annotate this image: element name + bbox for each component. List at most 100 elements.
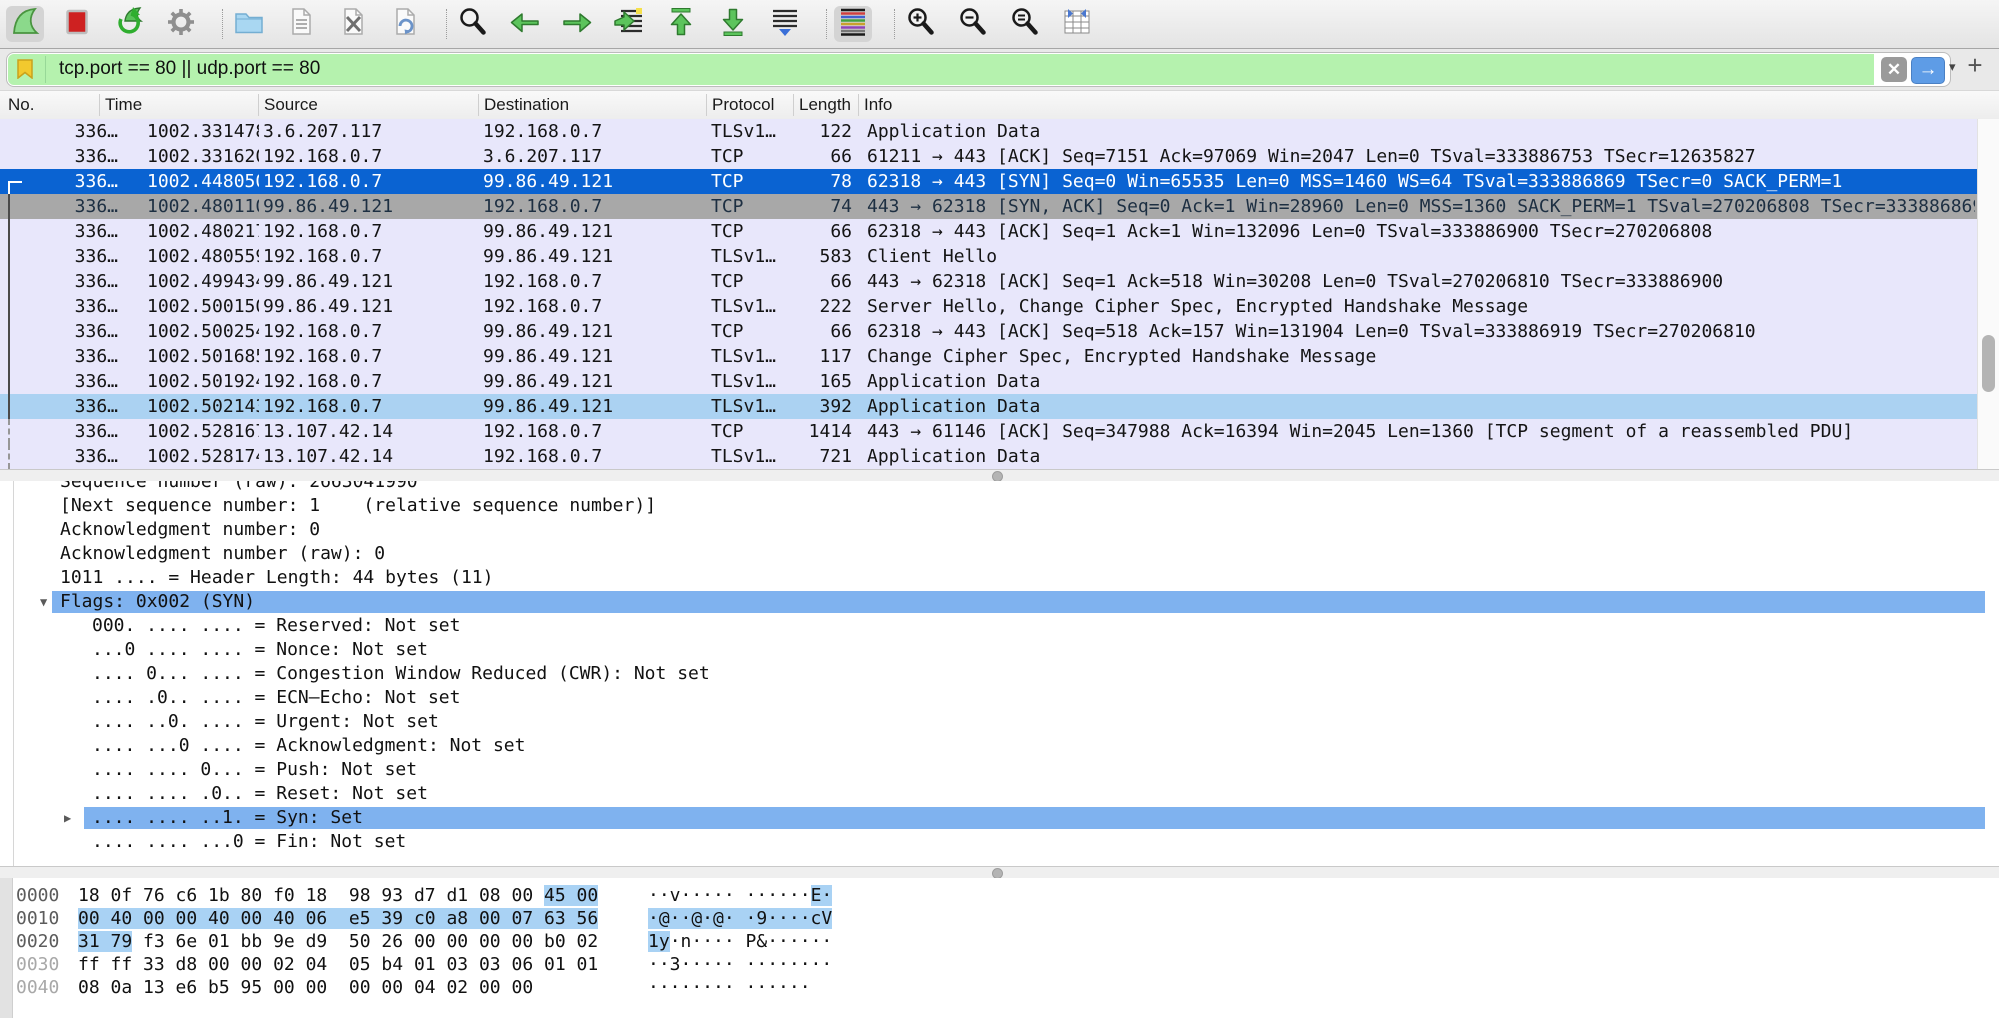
packet-row[interactable]: 336…1002.331620192.168.0.73.6.207.117TCP… [0, 144, 1977, 169]
packet-row[interactable]: 336…1002.49943499.86.49.121192.168.0.7TC… [0, 269, 1977, 294]
detail-tree-row[interactable]: Acknowledgment number: 0 [0, 518, 1999, 542]
start-capture-button[interactable] [6, 6, 44, 42]
hex-dump-row[interactable]: 001000 40 00 00 40 00 40 06 e5 39 c0 a8 … [0, 907, 1999, 930]
go-forward-button[interactable] [558, 6, 596, 42]
go-first-button[interactable] [662, 6, 700, 42]
expander-down-icon[interactable]: ▼ [40, 590, 47, 614]
detail-tree-row[interactable]: .... 0... .... = Congestion Window Reduc… [0, 662, 1999, 686]
detail-tree-row[interactable]: .... ...0 .... = Acknowledgment: Not set [0, 734, 1999, 758]
hex-dump-row[interactable]: 0030ff ff 33 d8 00 00 02 04 05 b4 01 03 … [0, 953, 1999, 976]
column-header-length[interactable]: Length [799, 91, 856, 119]
packet-row[interactable]: 336…1002.52816713.107.42.14192.168.0.7TC… [0, 419, 1977, 444]
expander-right-icon[interactable]: ▶ [64, 806, 71, 830]
column-header-destination[interactable]: Destination [484, 91, 569, 119]
column-separator[interactable] [99, 94, 100, 116]
detail-tree-row[interactable]: Acknowledgment number (raw): 0 [0, 542, 1999, 566]
detail-tree-row[interactable]: ▶.... .... ..1. = Syn: Set [0, 806, 1999, 830]
packet-row[interactable]: 336…1002.448050192.168.0.799.86.49.121TC… [0, 169, 1977, 194]
resize-columns-icon [1060, 5, 1094, 44]
capture-options-button[interactable] [162, 6, 200, 42]
packet-row[interactable]: 336…1002.480559192.168.0.799.86.49.121TL… [0, 244, 1977, 269]
detail-tree-row[interactable]: Sequence number (raw): 2663041990 [0, 481, 1999, 494]
display-filter-input[interactable]: tcp.port == 80 || udp.port == 80 ✕ → ▾ [6, 52, 1951, 87]
packet-row[interactable]: 336…1002.502143192.168.0.799.86.49.121TL… [0, 394, 1977, 419]
ascii-bytes[interactable]: ··3····· ········ [648, 953, 832, 976]
bookmark-icon[interactable] [17, 59, 33, 84]
detail-tree-row[interactable]: [Next sequence number: 1 (relative seque… [0, 494, 1999, 518]
column-separator[interactable] [258, 94, 259, 116]
ascii-bytes[interactable]: ··v····· ······E· [648, 884, 832, 907]
cell-source: 192.168.0.7 [263, 319, 476, 344]
scrollbar-thumb[interactable] [1982, 335, 1995, 392]
restart-capture-button[interactable] [110, 6, 148, 42]
resize-columns-button[interactable] [1058, 6, 1096, 42]
packet-row[interactable]: 336…1002.501685192.168.0.799.86.49.121TL… [0, 344, 1977, 369]
ascii-bytes[interactable]: ·@··@·@· ·9····cV [648, 907, 832, 930]
colorize-button[interactable] [834, 6, 872, 42]
column-header-source[interactable]: Source [264, 91, 318, 119]
go-last-button[interactable] [714, 6, 752, 42]
go-back-button[interactable] [506, 6, 544, 42]
column-separator[interactable] [793, 94, 794, 116]
open-file-button[interactable] [230, 6, 268, 42]
find-packet-button[interactable] [454, 6, 492, 42]
detail-tree-row[interactable]: .... .0.. .... = ECN–Echo: Not set [0, 686, 1999, 710]
zoom-out-button[interactable] [954, 6, 992, 42]
auto-scroll-button[interactable] [766, 6, 804, 42]
reload-file-button[interactable] [386, 6, 424, 42]
hex-dump-row[interactable]: 000018 0f 76 c6 1b 80 f0 18 98 93 d7 d1 … [0, 884, 1999, 907]
hex-bytes[interactable]: ff ff 33 d8 00 00 02 04 05 b4 01 03 03 0… [78, 953, 598, 976]
hex-bytes[interactable]: 31 79 f3 6e 01 bb 9e d9 50 26 00 00 00 0… [78, 930, 598, 953]
arrow-top-icon [664, 5, 698, 44]
column-separator[interactable] [706, 94, 707, 116]
filter-dropdown-chevron-icon[interactable]: ▾ [1949, 59, 1956, 75]
stop-capture-button[interactable] [58, 6, 96, 42]
packet-row[interactable]: 336…1002.500254192.168.0.799.86.49.121TC… [0, 319, 1977, 344]
arrow-right-icon [560, 5, 594, 44]
detail-tree-row[interactable]: .... .... .0.. = Reset: Not set [0, 782, 1999, 806]
detail-tree-row[interactable]: 1011 .... = Header Length: 44 bytes (11) [0, 566, 1999, 590]
save-file-button[interactable] [282, 6, 320, 42]
detail-tree-row[interactable]: ...0 .... .... = Nonce: Not set [0, 638, 1999, 662]
detail-tree-row[interactable]: 000. .... .... = Reserved: Not set [0, 614, 1999, 638]
zoom-100-button[interactable] [1006, 6, 1044, 42]
hex-bytes[interactable]: 18 0f 76 c6 1b 80 f0 18 98 93 d7 d1 08 0… [78, 884, 598, 907]
hex-dump-row[interactable]: 002031 79 f3 6e 01 bb 9e d9 50 26 00 00 … [0, 930, 1999, 953]
clear-filter-button[interactable]: ✕ [1881, 57, 1907, 82]
go-to-packet-button[interactable] [610, 6, 648, 42]
cell-destination: 99.86.49.121 [483, 244, 704, 269]
hex-bytes[interactable]: 00 40 00 00 40 00 40 06 e5 39 c0 a8 00 0… [78, 907, 598, 930]
cell-source: 192.168.0.7 [263, 144, 476, 169]
detail-tree-row[interactable]: ▼Flags: 0x002 (SYN) [0, 590, 1999, 614]
add-filter-button-plus-icon[interactable]: + [1958, 49, 1992, 82]
apply-filter-button[interactable]: → [1911, 57, 1945, 84]
byte-text-highlighted: 00 40 00 00 40 00 40 06 e5 39 c0 a8 00 0… [78, 908, 598, 929]
close-file-button[interactable] [334, 6, 372, 42]
hex-bytes[interactable]: 08 0a 13 e6 b5 95 00 00 00 00 04 02 00 0… [78, 976, 533, 999]
zoom-in-button[interactable] [902, 6, 940, 42]
ascii-bytes[interactable]: ········ ······ [648, 976, 811, 999]
column-header-no[interactable]: No. [8, 91, 34, 119]
column-separator[interactable] [858, 94, 859, 116]
filter-expression-text[interactable]: tcp.port == 80 || udp.port == 80 [59, 53, 320, 84]
ascii-bytes[interactable]: 1y·n···· P&······ [648, 930, 832, 953]
detail-tree-row[interactable]: .... ..0. .... = Urgent: Not set [0, 710, 1999, 734]
column-header-time[interactable]: Time [105, 91, 142, 119]
packet-row[interactable]: 336…1002.3314783.6.207.117192.168.0.7TLS… [0, 119, 1977, 144]
column-separator[interactable] [478, 94, 479, 116]
hex-offset: 0040 [16, 976, 59, 999]
detail-tree-row[interactable]: .... .... 0... = Push: Not set [0, 758, 1999, 782]
cell-time: 1002.448050 [147, 169, 259, 194]
column-header-info[interactable]: Info [864, 91, 892, 119]
packet-row[interactable]: 336…1002.50015099.86.49.121192.168.0.7TL… [0, 294, 1977, 319]
packet-list-scrollbar[interactable] [1977, 119, 1999, 469]
packet-row[interactable]: 336…1002.48011099.86.49.121192.168.0.7TC… [0, 194, 1977, 219]
packet-row[interactable]: 336…1002.501924192.168.0.799.86.49.121TL… [0, 369, 1977, 394]
packet-row[interactable]: 336…1002.480217192.168.0.799.86.49.121TC… [0, 219, 1977, 244]
detail-tree-row[interactable]: .... .... ...0 = Fin: Not set [0, 830, 1999, 854]
column-header-protocol[interactable]: Protocol [712, 91, 774, 119]
packet-row[interactable]: 336…1002.52817413.107.42.14192.168.0.7TL… [0, 444, 1977, 469]
hex-dump-row[interactable]: 0040 08 0a 13 e6 b5 95 00 00 00 00 04 02 … [0, 976, 1999, 999]
cell-no: 336… [0, 244, 118, 269]
cell-source: 13.107.42.14 [263, 419, 476, 444]
